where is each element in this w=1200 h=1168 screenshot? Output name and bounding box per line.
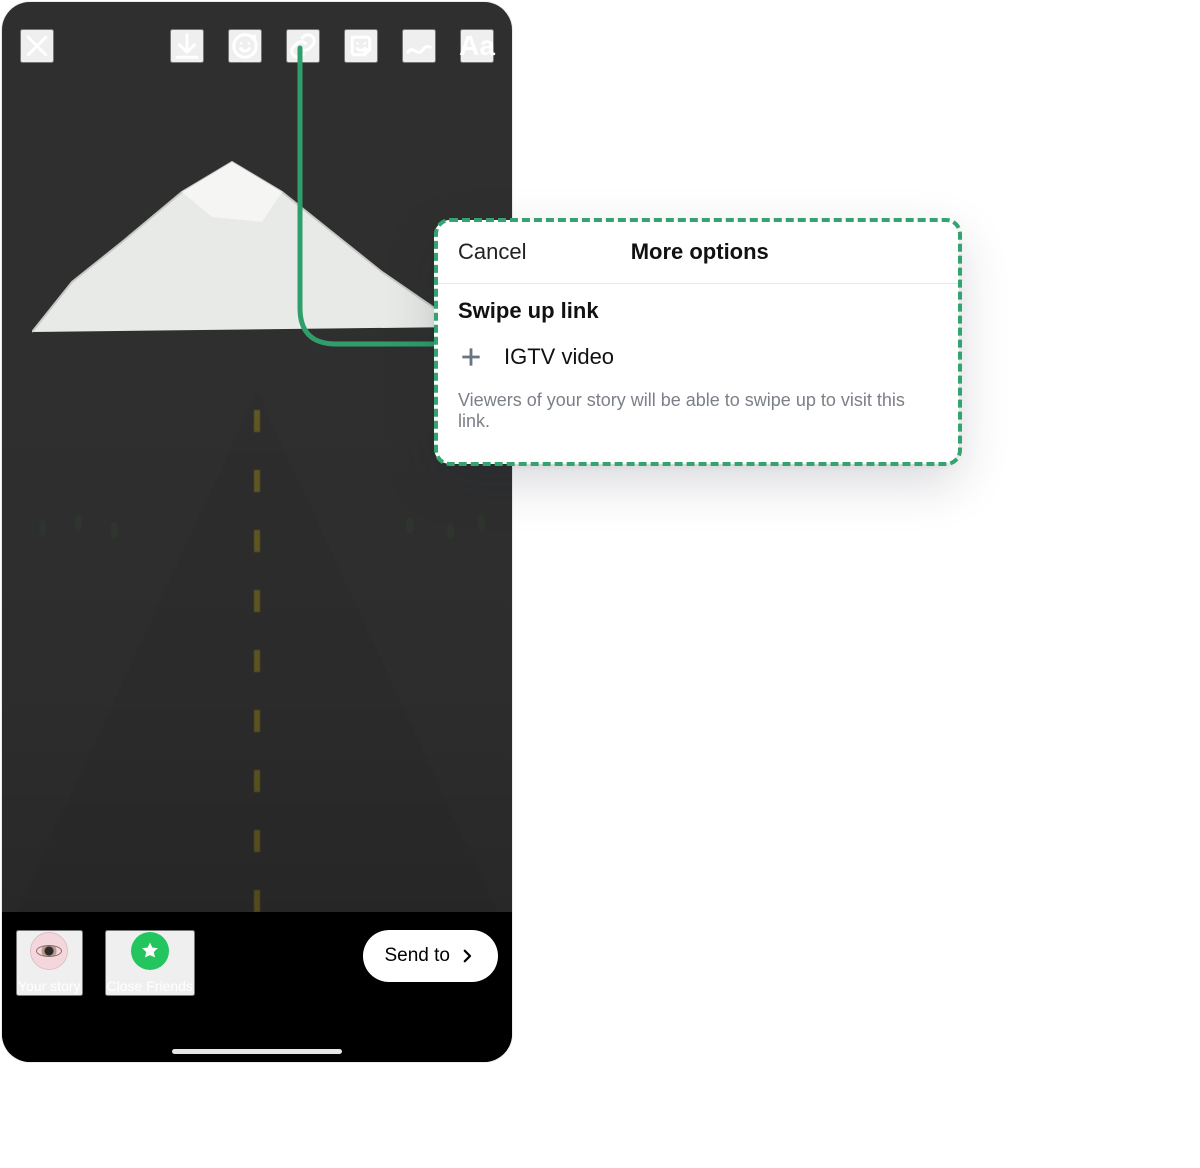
igtv-video-option[interactable]: IGTV video <box>458 338 935 380</box>
plus-icon <box>458 344 484 370</box>
your-story-destination[interactable]: Your story <box>16 930 83 996</box>
mountain-illustration <box>32 122 462 382</box>
more-options-sheet: Cancel More options Swipe up link IGTV v… <box>434 220 959 464</box>
your-story-label: Your story <box>18 978 81 994</box>
text-tool-button[interactable]: Aa <box>460 29 494 63</box>
sheet-title: More options <box>464 239 935 265</box>
draw-button[interactable] <box>402 29 436 63</box>
face-filter-button[interactable] <box>228 29 262 63</box>
text-tool-icon: Aa <box>459 32 495 60</box>
sticker-button[interactable] <box>344 29 378 63</box>
sticker-icon <box>346 31 376 61</box>
swipe-up-link-heading: Swipe up link <box>458 298 935 324</box>
close-friends-icon <box>131 932 169 970</box>
download-button[interactable] <box>170 29 204 63</box>
draw-icon <box>404 31 434 61</box>
sheet-header: Cancel More options <box>434 220 959 284</box>
story-photo <box>2 2 512 912</box>
story-toolbar: Aa <box>2 20 512 72</box>
link-button[interactable] <box>286 29 320 63</box>
close-icon <box>22 31 52 61</box>
close-button[interactable] <box>20 29 54 63</box>
link-icon <box>288 31 318 61</box>
story-editor-screen: Aa Your story Close Friends Send to <box>2 2 512 1062</box>
send-to-button[interactable]: Send to <box>363 930 499 982</box>
close-friends-label: Close Friends <box>107 978 193 994</box>
swipe-up-hint: Viewers of your story will be able to sw… <box>458 390 935 432</box>
home-indicator <box>172 1049 342 1054</box>
send-to-label: Send to <box>385 945 451 967</box>
chevron-right-icon <box>458 947 476 965</box>
road-illustration <box>17 392 497 912</box>
download-icon <box>172 31 202 61</box>
face-filter-icon <box>230 31 260 61</box>
story-bottom-bar: Your story Close Friends Send to <box>2 912 512 1062</box>
avatar <box>30 932 68 970</box>
igtv-video-label: IGTV video <box>504 344 614 370</box>
close-friends-destination[interactable]: Close Friends <box>105 930 195 996</box>
